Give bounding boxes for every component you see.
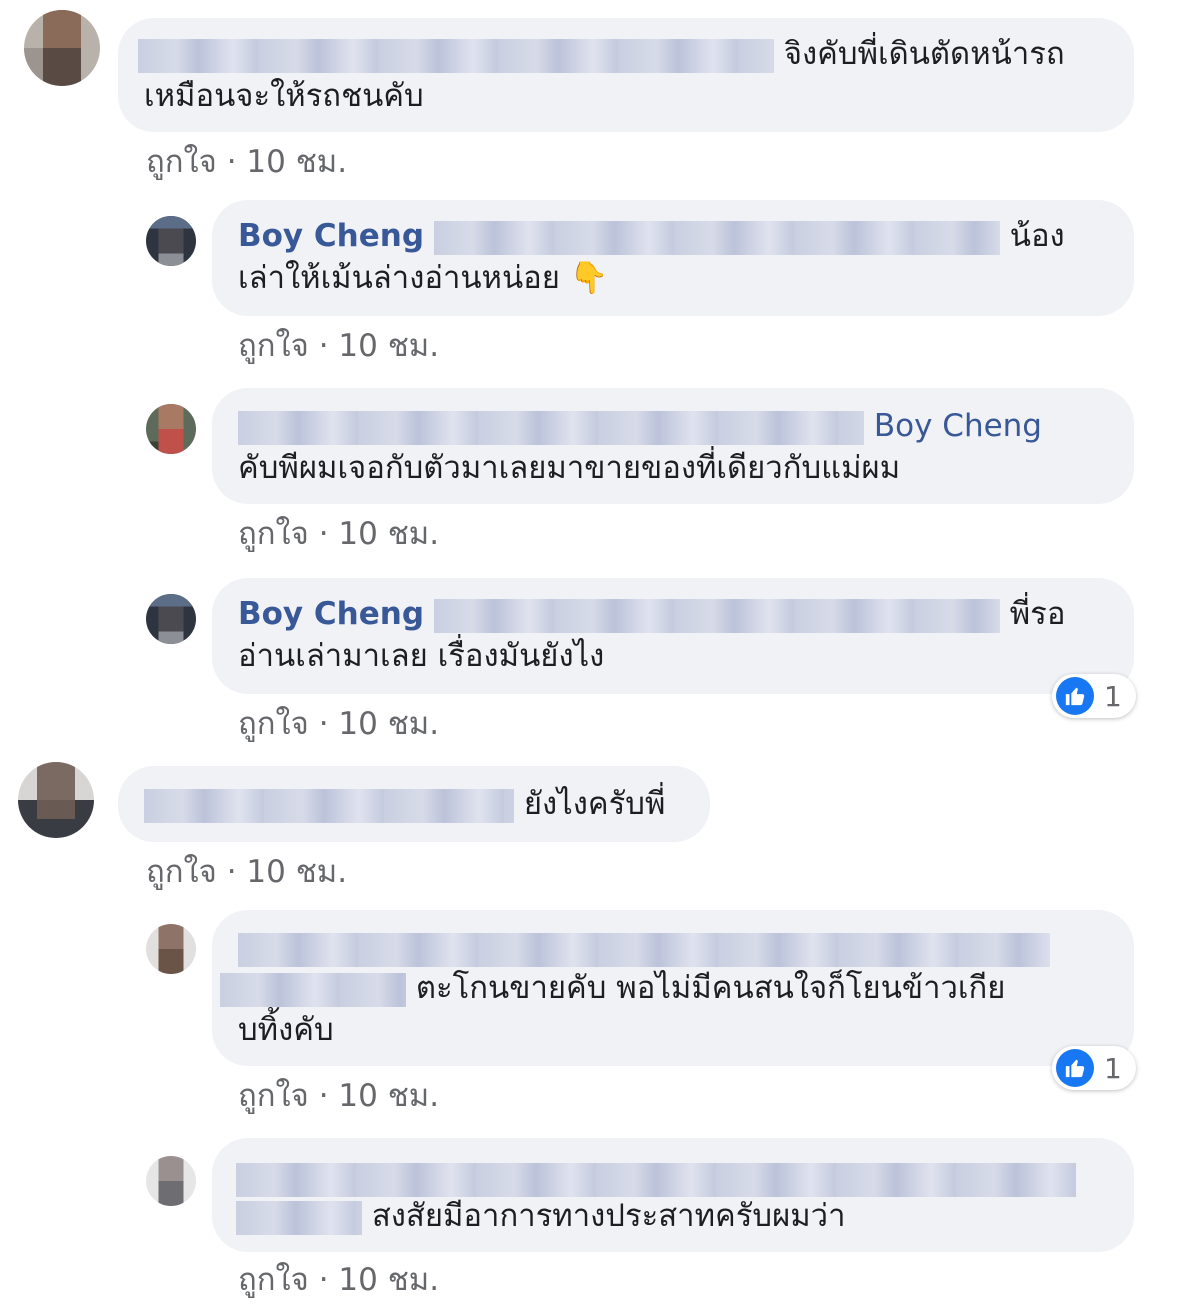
redacted-name	[144, 788, 514, 823]
comment-author[interactable]: Boy Cheng	[238, 218, 424, 254]
timestamp[interactable]: 10 ชม.	[338, 1262, 439, 1298]
comment-text: เล่าให้เม้นล่างอ่านหน่อย	[238, 260, 560, 296]
like-link[interactable]: ถูกใจ	[238, 1078, 309, 1114]
avatar[interactable]	[146, 594, 196, 644]
timestamp[interactable]: 10 ชม.	[338, 328, 439, 364]
reaction-summary[interactable]: 1	[1052, 1046, 1136, 1090]
redacted-name	[238, 410, 864, 445]
like-link[interactable]: ถูกใจ	[238, 516, 309, 552]
reaction-count: 1	[1104, 1051, 1122, 1085]
comment-bubble: Boy Cheng น้อง เล่าให้เม้นล่างอ่านหน่อย …	[212, 200, 1134, 316]
timestamp[interactable]: 10 ชม.	[338, 706, 439, 742]
comment-bubble: ตะโกนขายคับ พอไม่มีคนสนใจก็โยนข้าวเกีย บ…	[212, 910, 1134, 1066]
avatar-image	[146, 404, 196, 454]
mention-tag[interactable]: Boy Cheng	[874, 408, 1042, 444]
avatar[interactable]	[146, 1156, 196, 1206]
comment-text: อ่านเล่ามาเลย เรื่องมันยังไง	[238, 638, 605, 674]
comment-meta: ถูกใจ · 10 ชม.	[238, 1078, 440, 1114]
avatar-image	[146, 924, 196, 974]
comment-meta: ถูกใจ · 10 ชม.	[238, 1262, 440, 1298]
like-link[interactable]: ถูกใจ	[146, 854, 217, 890]
like-link[interactable]: ถูกใจ	[238, 706, 309, 742]
timestamp[interactable]: 10 ชม.	[338, 516, 439, 552]
redacted-name	[236, 1162, 1076, 1197]
avatar-image	[146, 594, 196, 644]
comment-meta: ถูกใจ · 10 ชม.	[238, 516, 440, 552]
avatar-image	[24, 10, 100, 86]
avatar[interactable]	[18, 762, 94, 838]
redacted-text	[433, 598, 1000, 633]
avatar[interactable]	[146, 404, 196, 454]
comment-bubble: Boy Cheng คับพีผมเจอกับตัวมาเลยมาขายของท…	[212, 388, 1134, 504]
comment-meta: ถูกใจ · 10 ชม.	[146, 854, 348, 890]
redacted-text	[236, 1200, 362, 1235]
comment-meta: ถูกใจ · 10 ชม.	[238, 328, 440, 364]
comment-text: สงสัยมีอาการทางประสาทครับผมว่า	[371, 1198, 846, 1234]
comment-text: พี่รอ	[1009, 596, 1066, 632]
avatar-image	[146, 1156, 196, 1206]
comment-bubble: จิงคับพี่เดินตัดหน้ารถ เหมือนจะให้รถชนคั…	[118, 18, 1134, 132]
comment-text: คับพีผมเจอกับตัวมาเลยมาขายของที่เดียวกับ…	[238, 450, 901, 486]
avatar-image	[18, 762, 94, 838]
timestamp[interactable]: 10 ชม.	[338, 1078, 439, 1114]
comment-text: ตะโกนขายคับ พอไม่มีคนสนใจก็โยนข้าวเกีย	[415, 970, 1006, 1006]
comment-text: จิงคับพี่เดินตัดหน้ารถ	[783, 36, 1065, 72]
like-link[interactable]: ถูกใจ	[238, 1262, 309, 1298]
comment-text: น้อง	[1009, 218, 1065, 254]
avatar[interactable]	[24, 10, 100, 86]
comment-author[interactable]: Boy Cheng	[238, 596, 424, 632]
reaction-summary[interactable]: 1	[1052, 674, 1136, 718]
timestamp[interactable]: 10 ชม.	[246, 854, 347, 890]
redacted-text	[433, 220, 1000, 255]
comment-meta: ถูกใจ · 10 ชม.	[146, 144, 348, 180]
comment-text: เหมือนจะให้รถชนคับ	[144, 78, 424, 114]
like-reaction-icon	[1056, 677, 1094, 715]
reaction-count: 1	[1104, 679, 1122, 713]
pointing-down-emoji: 👇	[569, 260, 609, 296]
like-link[interactable]: ถูกใจ	[146, 144, 217, 180]
like-reaction-icon	[1056, 1049, 1094, 1087]
like-link[interactable]: ถูกใจ	[238, 328, 309, 364]
comment-bubble: สงสัยมีอาการทางประสาทครับผมว่า	[212, 1138, 1134, 1252]
timestamp[interactable]: 10 ชม.	[246, 144, 347, 180]
comment-text: ยังไงครับพี่	[523, 786, 666, 822]
redacted-name	[138, 38, 774, 73]
redacted-text	[220, 972, 406, 1007]
avatar[interactable]	[146, 216, 196, 266]
redacted-name	[238, 932, 1050, 967]
comment-bubble: ยังไงครับพี่	[118, 766, 710, 842]
comment-bubble: Boy Cheng พี่รอ อ่านเล่ามาเลย เรื่องมันย…	[212, 578, 1134, 694]
comment-meta: ถูกใจ · 10 ชม.	[238, 706, 440, 742]
comment-text: บทิ้งคับ	[238, 1012, 334, 1048]
avatar-image	[146, 216, 196, 266]
avatar[interactable]	[146, 924, 196, 974]
